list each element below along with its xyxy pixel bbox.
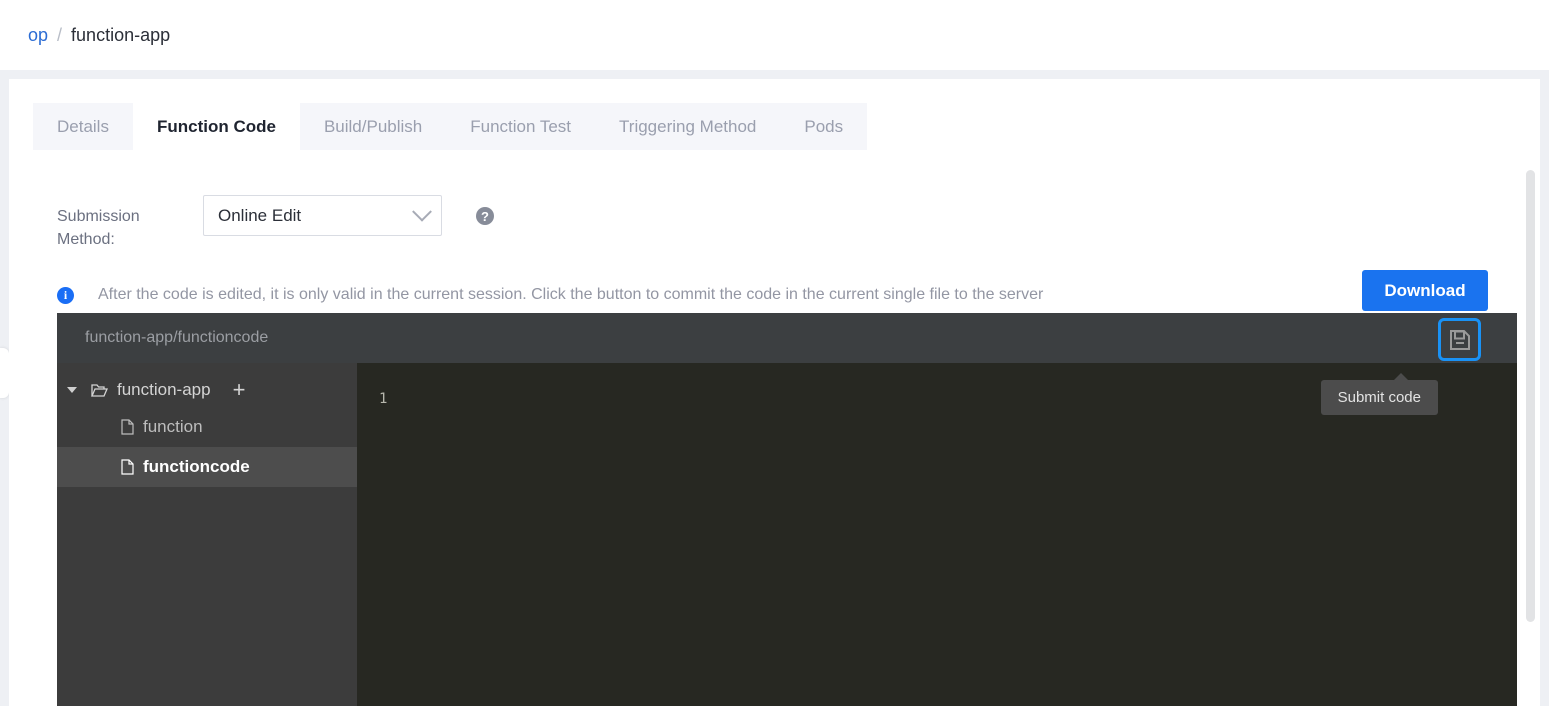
file-tree-root[interactable]: function-app + xyxy=(57,373,357,407)
folder-open-icon xyxy=(91,383,108,398)
submission-method-row: Submission Method: Online Edit ? xyxy=(57,195,494,251)
tab-label: Function Code xyxy=(156,116,276,136)
submit-code-tooltip: Submit code xyxy=(1320,373,1438,415)
tab-label: Build/Publish xyxy=(323,116,423,136)
breadcrumb-link-op[interactable]: op xyxy=(28,25,48,46)
submit-code-button[interactable] xyxy=(1438,318,1481,361)
info-icon: i xyxy=(57,286,74,304)
editor-file-path: function-app/functioncode xyxy=(85,329,269,346)
breadcrumb: op / function-app xyxy=(0,0,1549,70)
file-tree-item-label: functioncode xyxy=(143,457,250,476)
content-card: Details Function Code Build/Publish Func… xyxy=(9,79,1540,706)
tab-function-test[interactable]: Function Test xyxy=(446,103,596,150)
breadcrumb-separator: / xyxy=(57,24,63,45)
submission-method-label: Submission Method: xyxy=(57,208,140,249)
save-floppy-icon xyxy=(1448,328,1472,352)
tab-pods[interactable]: Pods xyxy=(780,103,868,150)
tab-bar: Details Function Code Build/Publish Func… xyxy=(33,103,868,150)
tab-triggering-method[interactable]: Triggering Method xyxy=(595,103,781,150)
add-file-button[interactable]: + xyxy=(233,379,246,401)
help-icon[interactable]: ? xyxy=(476,207,494,225)
chevron-down-icon xyxy=(412,201,432,222)
file-tree-item-label: function xyxy=(143,417,203,436)
tab-label: Triggering Method xyxy=(619,116,757,136)
sidebar-collapse-handle[interactable] xyxy=(0,348,9,398)
tab-details[interactable]: Details xyxy=(33,103,133,150)
tab-label: Pods xyxy=(804,116,844,136)
file-icon xyxy=(121,419,134,435)
tab-label: Details xyxy=(57,116,109,136)
tab-label: Function Test xyxy=(470,116,572,136)
file-tree: function-app + function functioncode xyxy=(57,363,357,706)
page-scrollbar-thumb[interactable] xyxy=(1526,170,1535,622)
code-editor: function-app/functioncode Submit code fu… xyxy=(57,313,1517,706)
editor-header: function-app/functioncode xyxy=(57,313,1517,363)
download-button[interactable]: Download xyxy=(1362,270,1488,311)
submission-method-select[interactable]: Online Edit xyxy=(203,195,442,236)
caret-down-icon[interactable] xyxy=(67,387,77,393)
tab-build-publish[interactable]: Build/Publish xyxy=(299,103,447,150)
file-tree-item-function[interactable]: function xyxy=(57,407,357,447)
submission-method-value: Online Edit xyxy=(218,205,302,225)
breadcrumb-current: function-app xyxy=(71,24,171,45)
session-notice-text: After the code is edited, it is only val… xyxy=(98,286,1044,303)
tab-function-code[interactable]: Function Code xyxy=(132,103,300,150)
line-number: 1 xyxy=(379,391,388,407)
file-icon xyxy=(121,459,134,475)
file-tree-item-functioncode[interactable]: functioncode xyxy=(57,447,357,487)
file-tree-root-label: function-app xyxy=(117,380,211,399)
